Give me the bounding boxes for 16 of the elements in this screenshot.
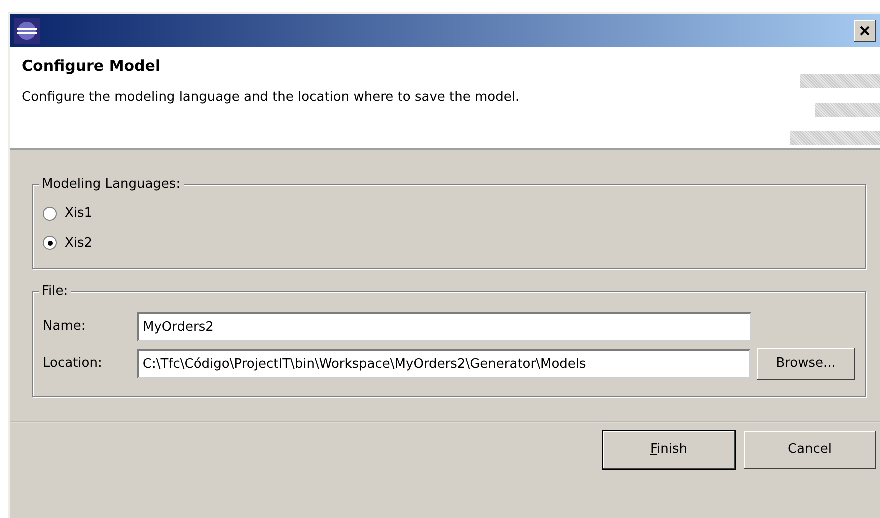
radio-button[interactable] <box>43 236 57 250</box>
close-button[interactable] <box>854 20 876 42</box>
radio-label[interactable]: Xis2 <box>65 234 93 253</box>
input-field[interactable]: C:\Tfc\Código\ProjectIT\bin\Workspace\MyOrders2\Generator\Models <box>136 349 752 379</box>
field-label: Location: <box>43 355 104 374</box>
dialog-button[interactable]: Finish <box>603 431 735 469</box>
dialog-button[interactable]: Cancel <box>744 431 876 469</box>
app-icon <box>14 18 40 44</box>
radio-button[interactable] <box>43 206 57 221</box>
field-label: Name: <box>43 318 87 336</box>
radio-label[interactable]: Xis1 <box>65 204 93 224</box>
close-icon <box>860 26 870 36</box>
page-title: Configure Model <box>22 56 162 77</box>
input-field[interactable]: MyOrders2 <box>137 312 752 342</box>
page-description: Configure the modeling language and the location where to save the model. <box>22 88 520 106</box>
browse-button[interactable]: Browse... <box>757 348 855 380</box>
